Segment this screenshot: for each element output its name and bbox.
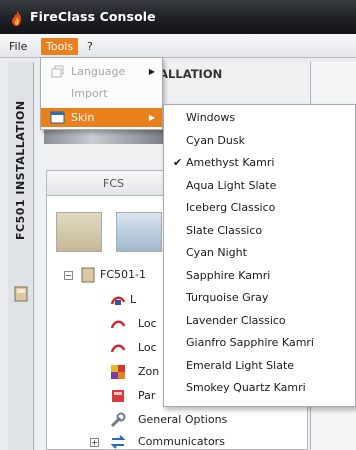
skin-option[interactable]: Iceberg Classico (164, 197, 355, 220)
tree-row-label: Communicators (138, 435, 225, 448)
skin-option[interactable]: Slate Classico (164, 220, 355, 243)
skin-icon (50, 111, 65, 124)
skin-option[interactable]: Emerald Light Slate (164, 355, 355, 378)
communicators-icon (110, 435, 126, 449)
tree-row-label: L (130, 293, 137, 306)
skin-option[interactable]: Cyan Dusk (164, 130, 355, 153)
skin-option-label: Slate Classico (186, 223, 263, 237)
skin-option-selected[interactable]: ✔ Amethyst Kamri (164, 152, 355, 175)
skin-option-label: Aqua Light Slate (186, 178, 277, 192)
checkmark-icon: ✔ (173, 156, 183, 169)
vertical-tab-installation[interactable]: FC501 INSTALLATION (8, 62, 34, 450)
skin-option[interactable]: Cyan Night (164, 242, 355, 265)
tools-menu: Language ▶ Import Skin ▶ (40, 57, 163, 130)
skin-submenu: Windows Cyan Dusk ✔ Amethyst Kamri Aqua … (163, 104, 356, 407)
skin-option[interactable]: Windows (164, 107, 355, 130)
panel-icon (112, 390, 124, 402)
tools-menu-label: Skin (71, 111, 95, 124)
vertical-tab-label: FC501 INSTALLATION (14, 100, 27, 240)
skin-option-label: Lavender Classico (186, 313, 286, 327)
menu-tools[interactable]: Tools (41, 38, 79, 55)
title-bar[interactable]: FireClass Console (0, 0, 356, 34)
tools-menu-label: Import (71, 87, 108, 100)
panel-icon (14, 286, 28, 302)
menu-help[interactable]: ? (84, 38, 96, 55)
skin-option-label: Sapphire Kamri (186, 268, 271, 282)
tools-menu-skin[interactable]: Skin ▶ (41, 108, 162, 127)
tools-menu-import[interactable]: Import (41, 84, 162, 103)
tree-row-label: Loc (138, 317, 157, 330)
submenu-arrow-icon: ▶ (148, 113, 155, 122)
skin-option[interactable]: Aqua Light Slate (164, 175, 355, 198)
tree-root-label: FC501-1 (100, 268, 146, 281)
skin-option-label: Gianfro Sapphire Kamri (186, 336, 314, 349)
skin-option[interactable]: Smokey Quartz Kamri (164, 377, 355, 400)
panel-tile[interactable] (56, 212, 102, 252)
skin-option-label: Turquoise Gray (186, 291, 269, 304)
tools-menu-label: Language (71, 65, 126, 78)
skin-option-label: Iceberg Classico (186, 201, 276, 214)
skin-option-label: Emerald Light Slate (186, 358, 295, 372)
expand-icon[interactable]: − (64, 271, 73, 280)
zones-icon (111, 365, 125, 379)
skin-option[interactable]: Gianfro Sapphire Kamri (164, 332, 355, 355)
loop-icon (110, 344, 126, 353)
skin-option-label: Windows (186, 111, 236, 124)
general-options-icon (110, 412, 126, 428)
skin-option[interactable]: Turquoise Gray (164, 287, 355, 310)
loop-icon (110, 320, 126, 329)
skin-option-label: Smokey Quartz Kamri (186, 381, 306, 394)
tools-menu-language[interactable]: Language ▶ (41, 62, 162, 81)
tree-row-label: Zon (138, 365, 160, 378)
loop-icon (110, 296, 126, 305)
panel-icon (81, 267, 95, 283)
skin-option[interactable]: Lavender Classico (164, 310, 355, 333)
submenu-arrow-icon: ▶ (148, 67, 155, 76)
expand-icon[interactable]: + (90, 438, 99, 447)
tree-row-label: Loc (138, 341, 157, 354)
tree-row-label: Par (138, 389, 156, 402)
skin-option-label: Amethyst Kamri (186, 156, 275, 169)
skin-option[interactable]: Sapphire Kamri (164, 265, 355, 288)
tree-row-label: General Options (138, 413, 228, 426)
skin-option-label: Cyan Dusk (186, 133, 245, 147)
window-title: FireClass Console (30, 9, 156, 24)
skin-option-label: Cyan Night (186, 246, 247, 259)
menu-bar: File Tools ? (0, 34, 356, 58)
language-icon (51, 65, 64, 78)
flame-app-icon (12, 10, 22, 26)
config-tile[interactable] (116, 212, 162, 252)
